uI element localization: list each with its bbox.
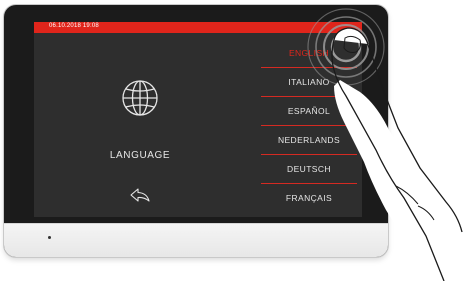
language-option-italiano[interactable]: ITALIANO — [261, 68, 357, 97]
language-option-label: FRANÇAIS — [285, 193, 333, 203]
language-option-espanol[interactable]: ESPAÑOL — [261, 97, 357, 126]
status-datetime: 06.10.2018 19:08 — [49, 23, 99, 29]
language-title: LANGUAGE — [109, 150, 171, 161]
language-option-label: ENGLISH — [288, 48, 330, 58]
device-indicator-dot — [48, 236, 51, 239]
language-option-label: ITALIANO — [288, 77, 330, 87]
device-base — [4, 223, 388, 257]
globe-icon — [122, 80, 158, 116]
intercom-device: 06.10.2018 19:08 LANGUAGE ENGLISH ITALIA… — [4, 5, 388, 257]
language-option-label: ESPAÑOL — [287, 106, 331, 116]
language-list: ENGLISH ITALIANO ESPAÑOL NEDERLANDS DEUT… — [261, 39, 357, 213]
language-option-nederlands[interactable]: NEDERLANDS — [261, 126, 357, 155]
back-arrow-icon[interactable] — [129, 187, 151, 203]
language-option-english[interactable]: ENGLISH — [261, 39, 357, 68]
status-bar: 06.10.2018 19:08 — [34, 22, 362, 33]
language-option-label: NEDERLANDS — [277, 135, 341, 145]
language-option-francais[interactable]: FRANÇAIS — [261, 184, 357, 213]
touch-screen: 06.10.2018 19:08 LANGUAGE ENGLISH ITALIA… — [34, 22, 362, 217]
language-option-deutsch[interactable]: DEUTSCH — [261, 155, 357, 184]
language-option-label: DEUTSCH — [287, 164, 331, 174]
scene: 06.10.2018 19:08 LANGUAGE ENGLISH ITALIA… — [0, 0, 465, 281]
